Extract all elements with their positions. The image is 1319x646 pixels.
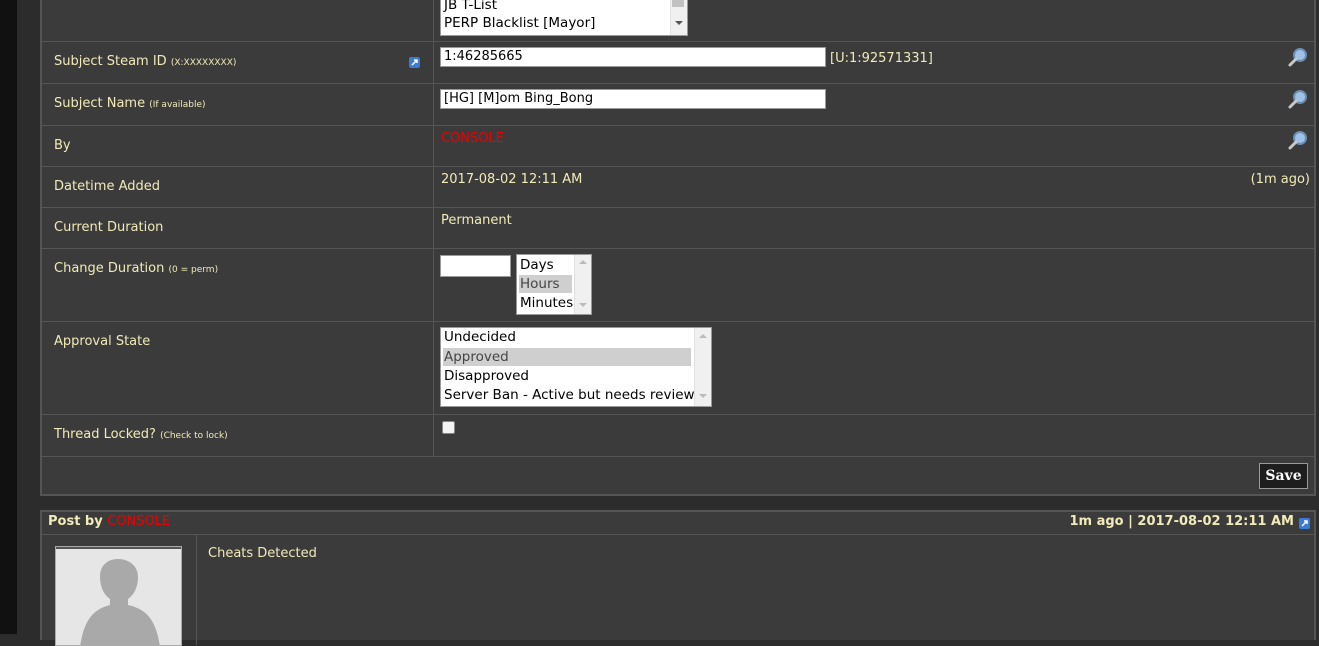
external-link-icon[interactable]	[1299, 518, 1310, 529]
change-duration-label-cell: Change Duration (0 = perm)	[42, 249, 434, 321]
label-text: Change Duration	[54, 261, 165, 276]
groups-scrollbar[interactable]	[670, 0, 687, 35]
search-icon[interactable]	[1287, 47, 1309, 69]
change-duration-label: Change Duration (0 = perm)	[54, 261, 218, 276]
list-item[interactable]: Disapproved	[443, 367, 691, 385]
thread-locked-label: Thread Locked? (Check to lock)	[54, 427, 228, 442]
duration-unit-scrollbar[interactable]	[574, 255, 591, 314]
post-title-prefix: Post by	[48, 514, 103, 529]
page-left-edge	[0, 0, 17, 634]
list-item[interactable]: PERP Blacklist [Mayor]	[443, 14, 595, 32]
by-value[interactable]: CONSOLE	[441, 131, 504, 146]
label-text: Thread Locked?	[54, 427, 156, 442]
label-hint: (X:XXXXXXXX)	[170, 58, 237, 68]
page-margin	[17, 0, 40, 634]
current-duration-value: Permanent	[441, 213, 512, 228]
subject-name-label: Subject Name (If available)	[54, 96, 206, 111]
subject-steam-id-input[interactable]: 1:46285665	[440, 47, 826, 67]
scroll-down-icon[interactable]	[579, 303, 587, 307]
groups-label-cell	[42, 0, 434, 41]
change-duration-row: Change Duration (0 = perm) Days Hours Mi…	[42, 249, 1316, 322]
list-item-selected[interactable]: Hours	[519, 275, 572, 293]
search-icon[interactable]	[1287, 130, 1309, 152]
current-duration-label: Current Duration	[54, 220, 164, 235]
label-hint: (0 = perm)	[168, 265, 219, 275]
search-icon[interactable]	[1287, 89, 1309, 111]
approval-state-listbox[interactable]: Undecided Approved Disapproved Server Ba…	[440, 327, 712, 407]
list-item[interactable]: Minutes	[519, 294, 573, 312]
datetime-added-label: Datetime Added	[54, 179, 160, 194]
scroll-up-icon[interactable]	[579, 260, 587, 264]
subject-name-row: Subject Name (If available) [HG] [M]om B…	[42, 84, 1316, 126]
post-header: Post by CONSOLE 1m ago | 2017-08-02 12:1…	[42, 512, 1316, 535]
datetime-added-relative: (1m ago)	[1250, 172, 1310, 187]
subject-steam-id-label: Subject Steam ID (X:XXXXXXXX)	[54, 54, 236, 69]
list-item-selected[interactable]: Approved	[443, 348, 691, 366]
list-item[interactable]: Days	[519, 256, 572, 274]
approval-state-scrollbar[interactable]	[694, 328, 711, 406]
subject-steam-id-row: Subject Steam ID (X:XXXXXXXX) 1:46285665…	[42, 42, 1316, 84]
groups-listbox[interactable]: JB T-List PERP Blacklist [Mayor]	[440, 0, 688, 36]
save-button[interactable]: Save	[1259, 463, 1308, 489]
scroll-down-icon[interactable]	[675, 21, 683, 25]
duration-unit-listbox[interactable]: Days Hours Minutes	[516, 254, 592, 315]
scroll-up-icon[interactable]	[699, 334, 707, 338]
list-item[interactable]: Undecided	[443, 328, 691, 346]
default-avatar-icon	[56, 547, 181, 645]
by-label: By	[54, 138, 71, 153]
post-body: Cheats Detected	[208, 546, 317, 561]
list-item[interactable]: JB T-List	[443, 0, 497, 14]
thread-locked-row: Thread Locked? (Check to lock)	[42, 415, 1316, 457]
list-item[interactable]: Server Ban - Active but needs review	[443, 386, 695, 404]
label-hint: (Check to lock)	[160, 431, 228, 441]
scroll-thumb[interactable]	[672, 0, 684, 7]
by-label-cell: By	[42, 126, 434, 166]
by-row: By CONSOLE	[42, 126, 1316, 167]
scroll-down-icon[interactable]	[699, 394, 707, 398]
post-title: Post by CONSOLE	[48, 514, 170, 529]
thread-locked-checkbox[interactable]	[442, 421, 455, 434]
groups-row: JB T-List PERP Blacklist [Mayor]	[42, 0, 1316, 42]
post-panel: Post by CONSOLE 1m ago | 2017-08-02 12:1…	[40, 510, 1316, 646]
label-hint: (If available)	[149, 100, 206, 110]
current-duration-row: Current Duration Permanent	[42, 208, 1316, 249]
steam-id-converted: [U:1:92571331]	[830, 51, 933, 66]
thread-locked-label-cell: Thread Locked? (Check to lock)	[42, 415, 434, 456]
current-duration-label-cell: Current Duration	[42, 208, 434, 248]
post-avatar-cell	[42, 535, 197, 646]
external-link-icon[interactable]	[409, 57, 420, 68]
label-text: Subject Steam ID	[54, 54, 167, 69]
approval-state-label: Approval State	[54, 334, 151, 349]
subject-name-label-cell: Subject Name (If available)	[42, 84, 434, 125]
post-meta: 1m ago | 2017-08-02 12:11 AM	[1069, 514, 1294, 529]
datetime-added-label-cell: Datetime Added	[42, 167, 434, 207]
ban-details-panel: JB T-List PERP Blacklist [Mayor] Subject…	[40, 0, 1316, 496]
avatar	[55, 546, 182, 646]
datetime-added-value: 2017-08-02 12:11 AM	[441, 172, 583, 187]
approval-state-row: Approval State Undecided Approved Disapp…	[42, 322, 1316, 415]
subject-name-input[interactable]: [HG] [M]om Bing_Bong	[440, 89, 826, 109]
subject-steam-id-label-cell: Subject Steam ID (X:XXXXXXXX)	[42, 42, 434, 83]
approval-state-label-cell: Approval State	[42, 322, 434, 414]
post-author[interactable]: CONSOLE	[107, 514, 170, 529]
change-duration-input[interactable]	[440, 255, 511, 277]
label-text: Subject Name	[54, 96, 146, 111]
datetime-added-row: Datetime Added 2017-08-02 12:11 AM (1m a…	[42, 167, 1316, 208]
